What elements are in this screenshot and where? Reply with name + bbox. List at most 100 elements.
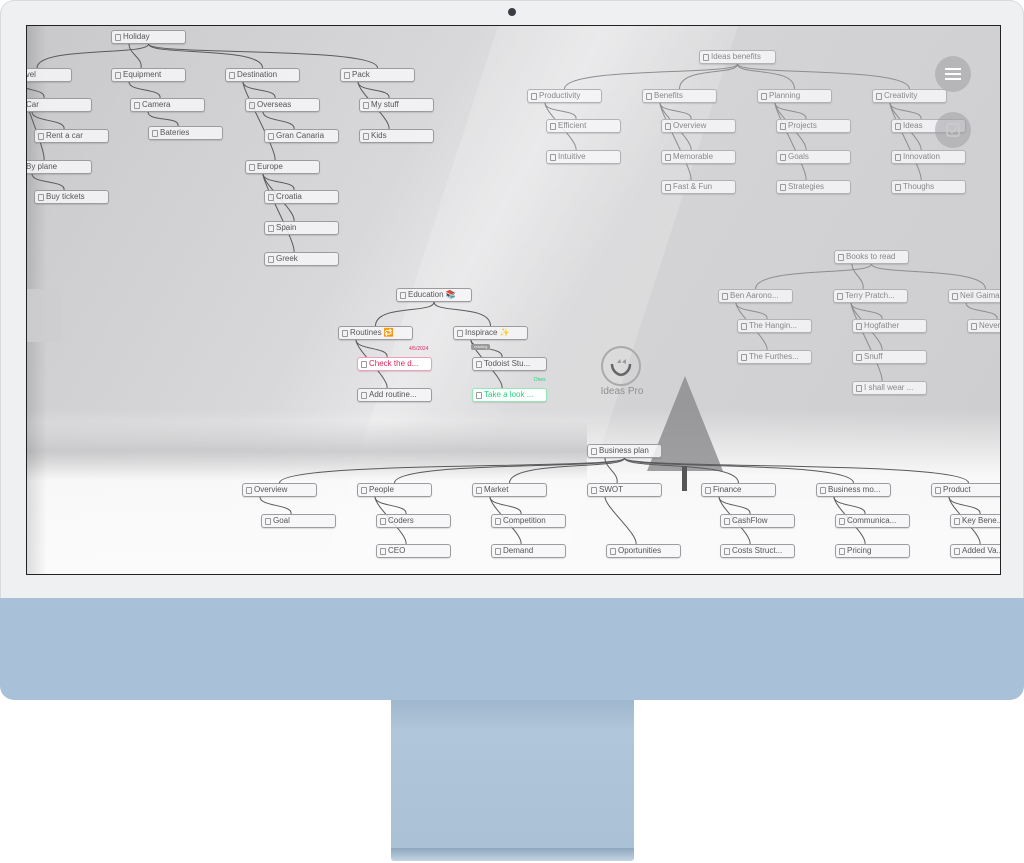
node-innovation[interactable]: Innovation [891, 150, 966, 164]
connector-line [774, 102, 807, 181]
node-car[interactable]: Car [27, 98, 92, 112]
node-pack[interactable]: Pack [340, 68, 415, 82]
node-i-shall-wear[interactable]: I shall wear ... [852, 381, 927, 395]
connector-line [564, 63, 738, 90]
connector-line [259, 496, 292, 515]
node-creativity[interactable]: Creativity [872, 89, 947, 103]
node-key-benefits[interactable]: Key Bene... [950, 514, 1000, 528]
node-finance[interactable]: Finance [701, 483, 776, 497]
check-button[interactable] [935, 112, 971, 148]
connector-line [850, 302, 883, 382]
node-pricing[interactable]: Pricing [835, 544, 910, 558]
node-strategies[interactable]: Strategies [776, 180, 851, 194]
node-hogfather[interactable]: Hogfather [852, 319, 927, 333]
node-benefits[interactable]: Benefits [642, 89, 717, 103]
node-memorable[interactable]: Memorable [661, 150, 736, 164]
connector-line [394, 457, 625, 484]
node-goal[interactable]: Goal [261, 514, 336, 528]
node-europe[interactable]: Europe [245, 160, 320, 174]
node-holiday[interactable]: Holiday [111, 30, 186, 44]
node-thoughs[interactable]: Thoughs [891, 180, 966, 194]
connector-line [544, 102, 577, 120]
connector-line [242, 81, 276, 161]
node-overseas[interactable]: Overseas [245, 98, 320, 112]
node-education[interactable]: Education 📚 [396, 288, 472, 302]
node-add-routine[interactable]: Add routine... [357, 388, 432, 402]
tag-reading[interactable]: reading [471, 344, 491, 350]
connector-line [871, 263, 986, 290]
mind-map-canvas[interactable]: Holiday Travel Equipment Destination Pac… [26, 25, 1001, 575]
node-the-hanging[interactable]: The Hangin... [737, 319, 812, 333]
monitor-stand [391, 700, 634, 853]
hamburger-menu-icon [945, 68, 961, 80]
node-neverwhere[interactable]: Never... [967, 319, 1000, 333]
node-swot[interactable]: SWOT [587, 483, 662, 497]
node-intuitive[interactable]: Intuitive [546, 150, 621, 164]
node-projects[interactable]: Projects [776, 119, 851, 133]
node-people[interactable]: People [357, 483, 432, 497]
node-planning[interactable]: Planning [757, 89, 832, 103]
node-travel[interactable]: Travel [27, 68, 72, 82]
connector-line [27, 87, 45, 99]
node-books-to-read[interactable]: Books to read [834, 250, 909, 264]
connector-line [31, 111, 65, 130]
node-business-plan[interactable]: Business plan [587, 444, 662, 458]
node-kids[interactable]: Kids [359, 129, 434, 143]
node-product[interactable]: Product [931, 483, 1000, 497]
node-fast-fun[interactable]: Fast & Fun [661, 180, 736, 194]
node-competition[interactable]: Competition [491, 514, 566, 528]
node-camera[interactable]: Camera [130, 98, 205, 112]
node-take-a-look[interactable]: Take a look ... [472, 388, 547, 402]
connector-line [36, 43, 149, 69]
node-the-furthest[interactable]: The Furthes... [737, 350, 812, 364]
node-overview[interactable]: Overview [242, 483, 317, 497]
menu-button[interactable] [935, 56, 971, 92]
checkbox-icon [946, 123, 960, 137]
node-demand[interactable]: Demand [491, 544, 566, 558]
node-ideas-benefits[interactable]: Ideas benefits [699, 50, 776, 64]
node-cashflow[interactable]: CashFlow [720, 514, 795, 528]
connector-line [357, 81, 390, 99]
node-equipment[interactable]: Equipment [111, 68, 186, 82]
node-todoist-stu[interactable]: Todoist Stu... [472, 357, 547, 371]
node-added-value[interactable]: Added Va... [950, 544, 1000, 558]
node-terry-pratchett[interactable]: Terry Pratch... [833, 289, 908, 303]
node-business-model[interactable]: Business mo... [816, 483, 891, 497]
connector-line [433, 301, 491, 327]
node-communication[interactable]: Communica... [835, 514, 910, 528]
connector-line [27, 103, 45, 161]
node-costs-structure[interactable]: Costs Struct... [720, 544, 795, 558]
monitor-foot [391, 848, 634, 861]
node-oportunities[interactable]: Oportunities [606, 544, 681, 558]
node-rent-a-car[interactable]: Rent a car [34, 129, 109, 143]
node-goals[interactable]: Goals [776, 150, 851, 164]
node-greek[interactable]: Greek [264, 252, 339, 266]
connector-line [375, 301, 435, 327]
node-ben-aaronovitch[interactable]: Ben Aarono... [718, 289, 793, 303]
node-gran-canaria[interactable]: Gran Canaria [264, 129, 339, 143]
node-coders[interactable]: Coders [376, 514, 451, 528]
node-check-the-d[interactable]: Check the d... [357, 357, 432, 371]
node-spain[interactable]: Spain [264, 221, 339, 235]
node-efficient[interactable]: Efficient [546, 119, 621, 133]
node-ceo[interactable]: CEO [376, 544, 451, 558]
node-inspirace[interactable]: Inspirace ✨ [453, 326, 528, 340]
node-routines[interactable]: Routines 🔁 [338, 326, 413, 340]
connector-line [147, 111, 179, 127]
connector-line [889, 102, 922, 181]
node-productivity[interactable]: Productivity [527, 89, 602, 103]
node-market[interactable]: Market [472, 483, 547, 497]
node-by-plane[interactable]: By plane [27, 160, 92, 174]
node-neil-gaiman[interactable]: Neil Gaiman [948, 289, 1000, 303]
node-croatia[interactable]: Croatia [264, 190, 339, 204]
node-buy-tickets[interactable]: Buy tickets [34, 190, 109, 204]
node-destination[interactable]: Destination [225, 68, 300, 82]
connector-line [737, 63, 910, 90]
side-panel-handle[interactable] [27, 289, 62, 342]
node-overview[interactable]: Overview [661, 119, 736, 133]
node-my-stuff[interactable]: My stuff [359, 98, 434, 112]
connector-line [659, 102, 692, 181]
node-bateries[interactable]: Bateries [148, 126, 223, 140]
node-snuff[interactable]: Snuff [852, 350, 927, 364]
ideas-pro-logo [601, 346, 641, 386]
